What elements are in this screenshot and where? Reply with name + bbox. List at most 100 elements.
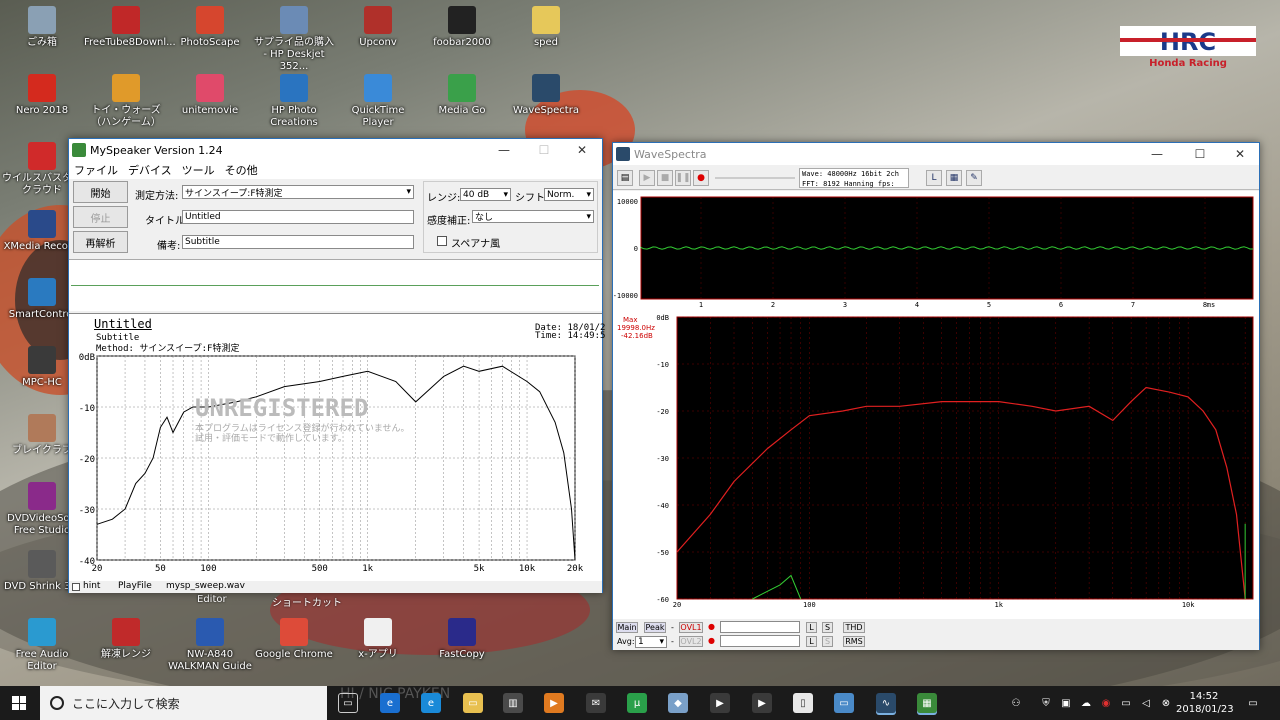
rdp-icon[interactable]: ▭ — [834, 693, 854, 713]
start-icon[interactable] — [12, 696, 26, 710]
mpc-taskbar-icon-2[interactable]: ▶ — [752, 693, 772, 713]
desktop-shortcut[interactable]: unitemovie — [168, 74, 252, 117]
wavespectra-title: WaveSpectra — [634, 147, 707, 161]
position-slider[interactable] — [715, 177, 795, 179]
notification-icon[interactable]: ▭ — [1244, 693, 1262, 713]
menu-file[interactable]: ファイル — [69, 162, 123, 178]
desktop-shortcut[interactable]: Free Audio Editor — [0, 618, 84, 673]
task-view-icon[interactable]: ▭ — [338, 693, 358, 713]
desktop-shortcut[interactable]: ごみ箱 — [0, 6, 84, 49]
notepad-icon[interactable]: ▯ — [793, 693, 813, 713]
title-input[interactable]: Untitled — [182, 210, 414, 224]
ovl1-record-icon[interactable]: ● — [708, 622, 715, 631]
desktop-shortcut[interactable]: Media Go — [420, 74, 504, 117]
main-button[interactable]: Main — [616, 622, 638, 633]
onedrive-icon[interactable]: ☁ — [1078, 693, 1094, 713]
desktop-shortcut[interactable]: PhotoScape — [168, 6, 252, 49]
lr-icon[interactable]: L — [926, 170, 942, 186]
store-icon[interactable]: ▥ — [503, 693, 523, 713]
myspeaker-titlebar[interactable]: MySpeaker Version 1.24 — ☐ ✕ — [69, 139, 602, 161]
close-tray-icon[interactable]: ⊗ — [1158, 693, 1174, 713]
thd-button[interactable]: THD — [843, 622, 865, 633]
people-icon[interactable]: ⚇ — [1006, 693, 1026, 713]
wavespectra-titlebar[interactable]: WaveSpectra — ☐ ✕ — [613, 143, 1259, 165]
record-icon[interactable]: ● — [693, 170, 709, 186]
tray-app-icon[interactable]: ▣ — [1058, 693, 1074, 713]
volume-icon[interactable]: ◁ — [1138, 693, 1154, 713]
ovl2-record-icon[interactable]: ● — [708, 636, 715, 645]
network-icon[interactable]: ▭ — [1118, 693, 1134, 713]
desktop-shortcut[interactable]: foobar2000 — [420, 6, 504, 49]
rms-button[interactable]: RMS — [843, 636, 865, 647]
desktop-shortcut[interactable]: WaveSpectra — [504, 74, 588, 117]
foobar-icon — [448, 6, 476, 34]
desktop-shortcut[interactable]: サプライ品の購入 - HP Deskjet 352... — [252, 6, 336, 73]
hint-checkbox[interactable] — [72, 583, 80, 591]
desktop-shortcut[interactable]: sped — [504, 6, 588, 49]
desktop-shortcut[interactable]: QuickTime Player — [336, 74, 420, 129]
x-tick-label: 50 — [155, 564, 166, 574]
stop-icon[interactable]: ■ — [657, 170, 673, 186]
desktop-shortcut[interactable]: FreeTube8Downl... — [84, 6, 176, 49]
myspeaker-taskbar-icon[interactable]: ▦ — [917, 693, 937, 713]
open-icon[interactable]: ▤ — [617, 170, 633, 186]
range-select[interactable]: 40 dB — [460, 188, 511, 201]
menu-tools[interactable]: ツール — [177, 162, 220, 178]
ws-maximize-button[interactable]: ☐ — [1180, 143, 1220, 165]
ovl2-input[interactable] — [720, 635, 800, 647]
utorrent-icon[interactable]: µ — [627, 693, 647, 713]
shift-select[interactable]: Norm. — [544, 188, 594, 201]
stop-button[interactable]: 停止 — [73, 206, 128, 228]
clock[interactable]: 14:52 2018/01/23 — [1176, 690, 1234, 716]
ovl1-input[interactable] — [720, 621, 800, 633]
avg-select[interactable]: 1 — [635, 636, 667, 648]
close-button[interactable]: ✕ — [562, 139, 602, 161]
start-button[interactable]: 開始 — [73, 181, 128, 203]
ovl1-s-button[interactable]: S — [822, 622, 833, 633]
desktop-shortcut[interactable]: 解凍レンジ — [84, 618, 168, 661]
settings-icon[interactable]: ▦ — [946, 170, 962, 186]
desktop-shortcut[interactable]: Upconv — [336, 6, 420, 49]
ovl1-button[interactable]: OVL1 — [679, 622, 703, 633]
desktop-shortcut[interactable]: x-アプリ — [336, 618, 420, 661]
wavespectra-window: WaveSpectra — ☐ ✕ ▤ ▶ ■ ❚❚ ● Wave: 48000… — [612, 142, 1260, 650]
note-input[interactable]: Subtitle — [182, 235, 414, 249]
maximize-button[interactable]: ☐ — [524, 139, 564, 161]
mpc-taskbar-icon[interactable]: ▶ — [710, 693, 730, 713]
wavespectra-taskbar-icon[interactable]: ∿ — [876, 693, 896, 713]
desktop-shortcut[interactable]: Google Chrome — [252, 618, 336, 661]
minimize-button[interactable]: — — [484, 139, 524, 161]
ovl1-l-button[interactable]: L — [806, 622, 817, 633]
ie-icon[interactable]: e — [421, 693, 441, 713]
range-value: 40 dB — [463, 189, 490, 200]
reanalyze-button[interactable]: 再解析 — [73, 231, 128, 253]
media-player-icon[interactable]: ▶ — [544, 693, 564, 713]
edge-icon[interactable]: e — [380, 693, 400, 713]
spectrum-checkbox[interactable] — [437, 236, 447, 246]
method-select[interactable]: サインスイープ:F特測定 — [182, 185, 414, 199]
desktop-shortcut[interactable]: FastCopy — [420, 618, 504, 661]
file-explorer-icon[interactable]: ▭ — [463, 693, 483, 713]
desktop-shortcut[interactable]: Nero 2018 — [0, 74, 84, 117]
desktop-shortcut[interactable]: HP Photo Creations — [252, 74, 336, 129]
ws-close-button[interactable]: ✕ — [1220, 143, 1260, 165]
ovl2-l-button[interactable]: L — [806, 636, 817, 647]
app-icon-1[interactable]: ◆ — [668, 693, 688, 713]
ws-minimize-button[interactable]: — — [1137, 143, 1177, 165]
desktop-shortcut[interactable]: NW-A840 WALKMAN Guide — [168, 618, 252, 673]
menu-other[interactable]: その他 — [220, 162, 263, 178]
playfile-label: PlayFile — [118, 581, 152, 591]
desktop-shortcut[interactable]: トイ・ウォーズ（ハンゲーム） — [84, 74, 168, 129]
shield-icon[interactable]: ⛨ — [1038, 693, 1054, 713]
peak-button[interactable]: Peak — [644, 622, 666, 633]
ovl2-button[interactable]: OVL2 — [679, 636, 703, 647]
correction-select[interactable]: なし — [472, 210, 594, 223]
search-box[interactable]: ここに入力して検索 — [40, 686, 327, 720]
ovl2-s-button[interactable]: S — [822, 636, 833, 647]
pause-icon[interactable]: ❚❚ — [675, 170, 691, 186]
play-icon[interactable]: ▶ — [639, 170, 655, 186]
menu-device[interactable]: デバイス — [123, 162, 177, 178]
mail-icon[interactable]: ✉ — [586, 693, 606, 713]
wrench-icon[interactable]: ✎ — [966, 170, 982, 186]
antivirus-icon[interactable]: ◉ — [1098, 693, 1114, 713]
